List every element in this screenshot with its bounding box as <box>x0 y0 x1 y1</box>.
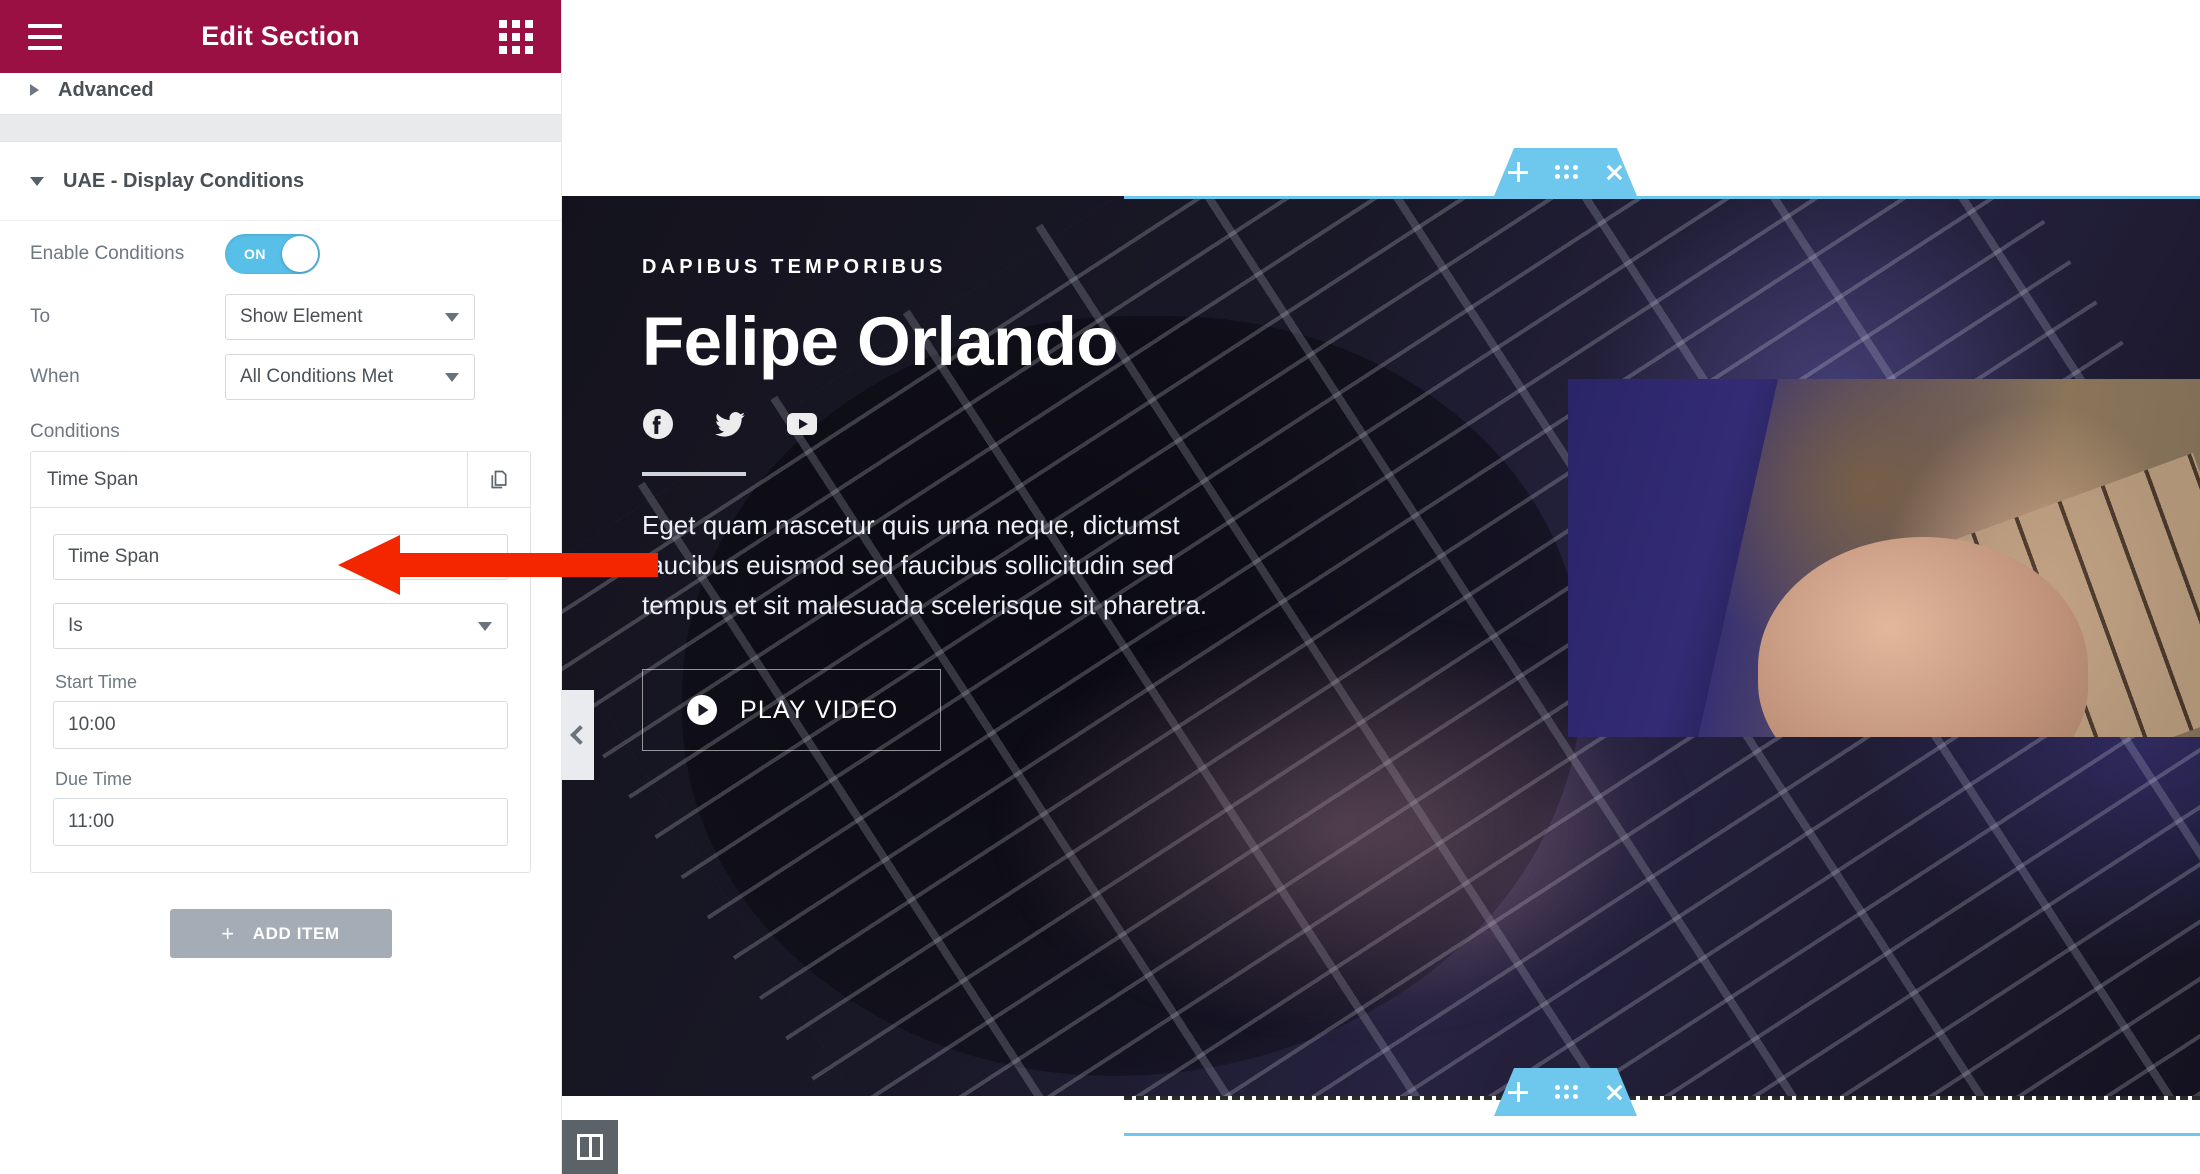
hero-divider <box>642 472 746 476</box>
youtube-icon[interactable] <box>786 408 818 440</box>
hero-title: Felipe Orlando <box>642 303 1119 380</box>
responsive-columns-badge[interactable] <box>562 1120 618 1174</box>
inset-image[interactable] <box>1568 379 2200 737</box>
section-selection-bottom-border <box>1124 1133 2200 1136</box>
drag-handle-icon[interactable] <box>1554 1085 1578 1099</box>
hero-eyebrow: DAPIBUS TEMPORIBUS <box>642 256 947 278</box>
play-video-button[interactable]: PLAY VIDEO <box>642 669 942 752</box>
plus-icon: + <box>221 920 235 946</box>
accordion-uae-display-conditions[interactable]: UAE - Display Conditions <box>0 142 561 221</box>
condition-comparator-select[interactable]: Is <box>53 603 508 649</box>
start-time-input[interactable]: 10:00 <box>53 701 508 749</box>
enable-conditions-label: Enable Conditions <box>30 243 185 264</box>
chevron-down-icon <box>30 176 44 186</box>
enable-conditions-toggle[interactable]: ON <box>225 234 320 274</box>
add-section-icon[interactable] <box>1507 162 1528 182</box>
chevron-left-icon <box>570 725 590 745</box>
add-section-icon[interactable] <box>1507 1082 1528 1102</box>
control-to: To Show Element <box>0 287 561 347</box>
panel-header: Edit Section <box>0 0 561 73</box>
section-selection-top-border <box>1124 196 2200 199</box>
widgets-grid-icon[interactable] <box>499 19 533 54</box>
chevron-right-icon <box>30 84 39 96</box>
section-dashed-border <box>1124 1096 2200 1100</box>
twitter-icon[interactable] <box>714 408 746 440</box>
accordion-uae-label: UAE - Display Conditions <box>63 169 305 192</box>
editor-panel: Edit Section Advanced UAE - Display Cond… <box>0 0 562 1174</box>
section-toolbar-top[interactable] <box>1494 148 1637 196</box>
toggle-state-label: ON <box>244 246 266 262</box>
editor-canvas: DAPIBUS TEMPORIBUS Felipe Orlando Eget q… <box>562 0 2200 1174</box>
panel-title: Edit Section <box>201 21 360 51</box>
add-item-label: ADD ITEM <box>252 923 340 943</box>
hero-section[interactable]: DAPIBUS TEMPORIBUS Felipe Orlando Eget q… <box>562 196 2200 1096</box>
when-select[interactable]: All Conditions Met <box>225 354 475 400</box>
control-when: When All Conditions Met <box>0 347 561 407</box>
conditions-label: Conditions <box>30 421 120 442</box>
accordion-advanced-label: Advanced <box>58 78 154 101</box>
start-time-label: Start Time <box>55 672 138 692</box>
add-item-button[interactable]: + ADD ITEM <box>169 909 392 958</box>
when-select-value: All Conditions Met <box>240 366 394 387</box>
when-label: When <box>30 366 80 387</box>
close-icon[interactable] <box>1605 163 1624 182</box>
chevron-down-icon <box>478 553 492 562</box>
hero-paragraph: Eget quam nascetur quis urna neque, dict… <box>642 510 1208 620</box>
columns-icon <box>577 1134 603 1160</box>
panel-collapse-handle[interactable] <box>562 690 594 780</box>
due-time-input[interactable]: 11:00 <box>53 798 508 846</box>
drag-handle-icon[interactable] <box>1554 165 1578 179</box>
facebook-icon[interactable] <box>642 408 674 440</box>
hero-content: DAPIBUS TEMPORIBUS Felipe Orlando Eget q… <box>642 256 1402 752</box>
toggle-knob <box>282 236 318 272</box>
to-select[interactable]: Show Element <box>225 294 475 340</box>
condition-comparator-value: Is <box>68 615 83 636</box>
duplicate-icon[interactable] <box>467 452 530 507</box>
chevron-down-icon <box>478 622 492 631</box>
hamburger-icon[interactable] <box>28 23 62 50</box>
condition-type-value: Time Span <box>68 546 160 567</box>
conditions-repeater: Time Span Time Span Is Start Time 10:00 … <box>30 451 531 873</box>
repeater-item-header[interactable]: Time Span <box>31 452 530 508</box>
chevron-down-icon <box>445 373 459 382</box>
purple-fabric <box>1568 379 1778 737</box>
play-circle-icon <box>687 695 717 726</box>
repeater-item-body: Time Span Is Start Time 10:00 Due Time 1… <box>31 508 530 872</box>
due-time-label: Due Time <box>55 769 133 789</box>
to-label: To <box>30 306 51 327</box>
close-icon[interactable] <box>1605 1083 1624 1102</box>
section-toolbar-bottom[interactable] <box>1494 1068 1637 1116</box>
chevron-down-icon <box>445 313 459 322</box>
social-icons <box>642 408 1402 440</box>
condition-type-select[interactable]: Time Span <box>53 534 508 580</box>
to-select-value: Show Element <box>240 306 363 327</box>
control-enable-conditions: Enable Conditions ON <box>0 221 561 287</box>
play-video-label: PLAY VIDEO <box>740 695 899 724</box>
repeater-item-title: Time Span <box>47 468 139 490</box>
accordion-advanced[interactable]: Advanced <box>0 66 561 114</box>
panel-divider <box>0 114 561 142</box>
